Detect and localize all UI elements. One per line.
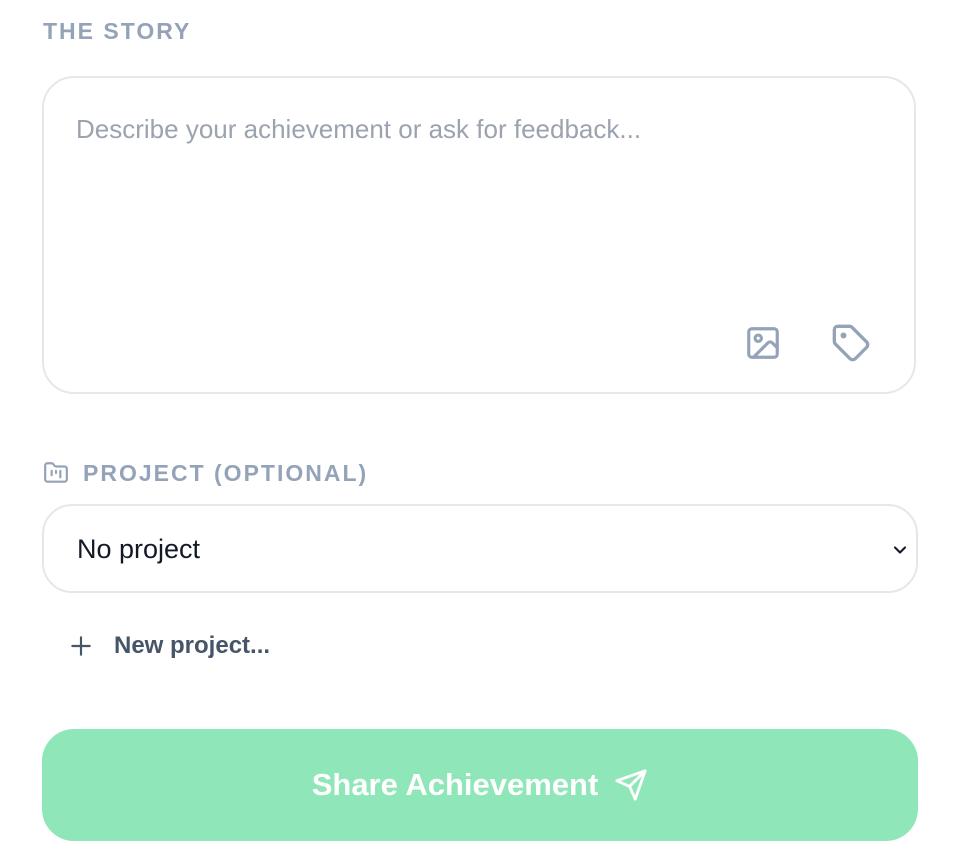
add-image-button[interactable] — [742, 322, 784, 364]
story-label: THE STORY — [43, 18, 192, 44]
send-icon — [614, 768, 648, 802]
folder-kanban-icon — [44, 462, 68, 483]
story-box — [42, 76, 916, 394]
post-composer: THE STORY PROJECT (OPTIONAL) No proj — [0, 0, 958, 868]
new-project-button[interactable]: New project... — [68, 628, 270, 664]
add-tag-button[interactable] — [830, 322, 872, 364]
share-achievement-button[interactable]: Share Achievement — [42, 729, 918, 841]
project-header: PROJECT (OPTIONAL) — [43, 458, 368, 488]
project-select-value: No project — [77, 534, 201, 564]
image-icon — [747, 327, 779, 359]
project-select[interactable]: No project — [42, 504, 918, 593]
share-achievement-label: Share Achievement — [311, 767, 599, 802]
new-project-label: New project... — [114, 632, 271, 659]
tag-icon — [832, 324, 870, 362]
chevron-down-icon — [893, 546, 907, 554]
project-label: PROJECT (OPTIONAL) — [83, 459, 369, 486]
plus-icon — [71, 636, 91, 656]
story-input[interactable] — [76, 114, 876, 294]
